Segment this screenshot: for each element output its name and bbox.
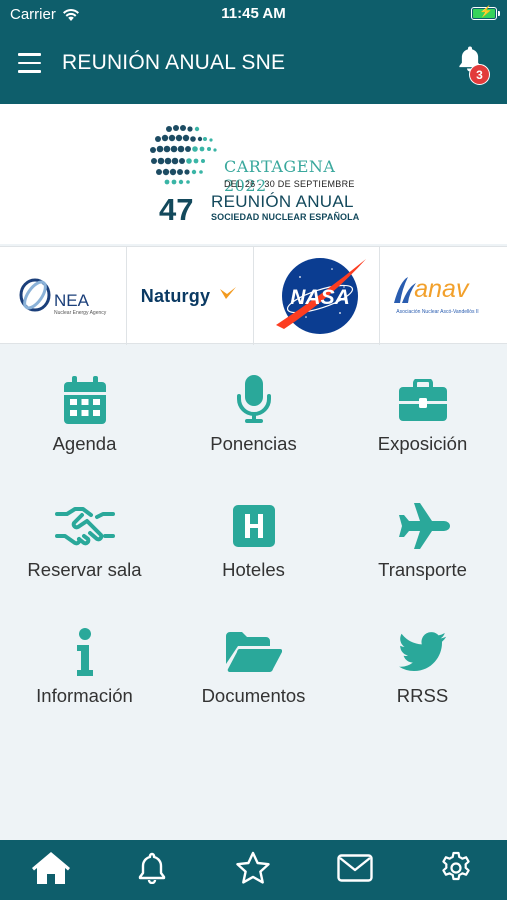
sponsor-anav-name: anav: [414, 275, 469, 303]
menu-tile-reservar-sala[interactable]: Reservar sala: [0, 471, 169, 597]
main-menu-grid: Agenda Ponencias Exposición Reservar sal…: [0, 345, 507, 840]
page-title: REUNIÓN ANUAL SNE: [62, 51, 286, 74]
sponsor-nea-subtitle: Nuclear Energy Agency: [54, 310, 107, 316]
tab-messages[interactable]: [331, 850, 379, 886]
calendar-icon: [63, 376, 106, 424]
tab-settings[interactable]: [432, 850, 480, 886]
notifications-button[interactable]: 3: [455, 44, 495, 85]
bell-outline-icon: [138, 852, 166, 884]
menu-label-informacion: Información: [36, 685, 133, 706]
sponsor-strip: NEA Nuclear Energy Agency Naturgy NASA a…: [0, 246, 507, 345]
sponsor-anav-subtitle: Asociación Nuclear Ascó-Vandellòs II: [396, 309, 479, 315]
conference-city-year: CARTAGENA 2022: [224, 157, 336, 195]
naturgy-logo-icon: [219, 287, 236, 299]
microphone-icon: [236, 375, 271, 423]
plane-icon: [398, 503, 450, 549]
status-bar: Carrier 11:45 AM ⚡: [0, 0, 507, 28]
status-time: 11:45 AM: [221, 5, 286, 22]
menu-label-documentos: Documentos: [201, 685, 306, 706]
menu-label-exposicion: Exposición: [377, 433, 468, 454]
menu-tile-documentos[interactable]: Documentos: [169, 597, 338, 723]
conference-dates: DEL 26 - 30 DE SEPTIEMBRE: [224, 179, 355, 189]
folder-open-icon: [225, 632, 282, 672]
twitter-icon: [398, 632, 446, 671]
sponsor-nasa-name: NASA: [290, 286, 350, 309]
conference-logo: CARTAGENA 2022 DEL 26 - 30 DE SEPTIEMBRE…: [145, 122, 375, 230]
sponsor-nea-name: NEA: [54, 291, 89, 310]
gear-icon: [442, 851, 470, 881]
menu-label-transporte: Transporte: [378, 559, 467, 580]
nasa-logo-icon: NASA: [275, 258, 366, 334]
menu-label-hoteles: Hoteles: [222, 559, 285, 580]
conference-edition: 47: [159, 192, 194, 227]
hospital-h-icon: [232, 505, 275, 547]
dotted-sphere-icon: [150, 125, 217, 185]
battery-icon: ⚡: [471, 6, 500, 20]
menu-tile-transporte[interactable]: Transporte: [338, 471, 507, 597]
menu-label-ponencias: Ponencias: [210, 433, 297, 454]
menu-tile-ponencias[interactable]: Ponencias: [169, 345, 338, 471]
star-icon: [236, 851, 271, 884]
sponsor-naturgy-name: Naturgy: [140, 286, 211, 306]
info-icon: [76, 628, 93, 676]
menu-label-reservar-sala: Reservar sala: [27, 559, 142, 580]
handshake-icon: [54, 507, 115, 546]
sponsor-naturgy[interactable]: Naturgy: [127, 247, 254, 345]
tab-favorites[interactable]: [229, 850, 277, 886]
sponsor-anav[interactable]: anav Asociación Nuclear Ascó-Vandellòs I…: [380, 247, 507, 345]
sponsor-nea[interactable]: NEA Nuclear Energy Agency: [0, 247, 127, 345]
tab-notifications[interactable]: [128, 850, 176, 886]
conference-name: REUNIÓN ANUAL: [211, 192, 354, 211]
bottom-tab-bar: [0, 840, 507, 900]
notification-badge: 3: [469, 64, 490, 85]
menu-tile-informacion[interactable]: Información: [0, 597, 169, 723]
hamburger-menu-button[interactable]: [18, 53, 41, 73]
menu-tile-exposicion[interactable]: Exposición: [338, 345, 507, 471]
conference-banner: CARTAGENA 2022 DEL 26 - 30 DE SEPTIEMBRE…: [0, 104, 507, 244]
home-icon: [31, 852, 70, 884]
menu-tile-rrss[interactable]: RRSS: [338, 597, 507, 723]
toolbox-icon: [398, 379, 447, 421]
nea-logo-icon: [19, 278, 51, 312]
menu-tile-agenda[interactable]: Agenda: [0, 345, 169, 471]
menu-label-agenda: Agenda: [52, 433, 117, 454]
menu-tile-hoteles[interactable]: Hoteles: [169, 471, 338, 597]
conference-society: SOCIEDAD NUCLEAR ESPAÑOLA: [211, 212, 360, 222]
tab-home[interactable]: [27, 850, 75, 886]
sponsor-nasa[interactable]: NASA: [254, 247, 381, 345]
menu-label-rrss: RRSS: [396, 685, 449, 706]
app-header: Carrier 11:45 AM ⚡ REUNIÓN ANUAL SNE 3: [0, 0, 507, 104]
envelope-icon: [337, 854, 373, 882]
